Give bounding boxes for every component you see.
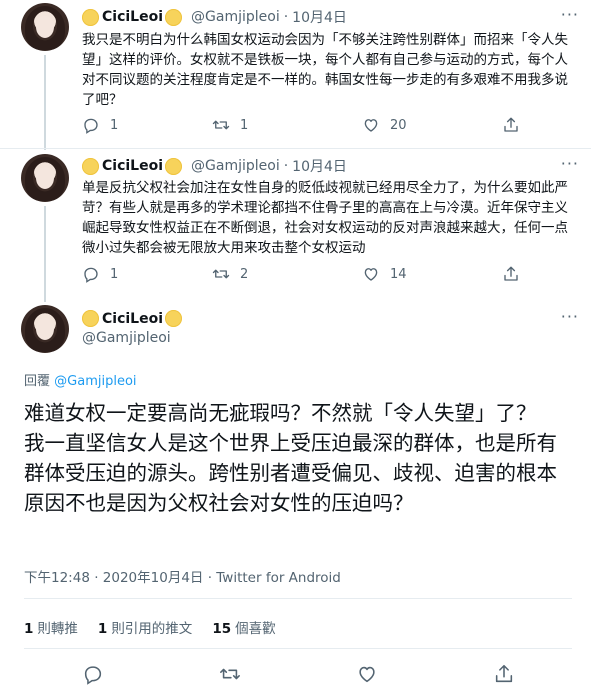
quotes-stat[interactable]: 1 則引用的推文 — [98, 617, 192, 637]
sun-emoji-icon — [82, 310, 99, 327]
retweets-count: 1 — [24, 621, 34, 637]
more-icon[interactable]: ··· — [561, 307, 579, 326]
tweet-actions: 1 1 20 — [82, 116, 520, 134]
sun-emoji-icon — [165, 8, 183, 26]
main-tweet-actions — [24, 663, 572, 685]
retweet-icon[interactable] — [219, 663, 241, 685]
like-icon[interactable] — [356, 663, 378, 685]
separator-dot: · — [283, 9, 289, 25]
retweet-icon — [212, 269, 230, 279]
main-tweet-handle-row: @Gamjipleoi — [82, 330, 171, 346]
like-icon — [364, 268, 378, 281]
retweet-count: 2 — [240, 266, 249, 282]
reply-icon[interactable] — [82, 663, 104, 685]
share-button[interactable] — [502, 116, 520, 134]
thread-connector-line — [44, 55, 46, 150]
sun-emoji-icon — [165, 310, 183, 327]
sun-emoji-icon — [82, 157, 99, 175]
avatar[interactable] — [21, 305, 69, 353]
likes-label: 個喜歡 — [235, 621, 276, 637]
more-icon[interactable]: ··· — [561, 5, 579, 24]
tweet-date[interactable]: 10月4日 — [292, 7, 347, 27]
main-tweet-paragraph-1: 难道女权一定要高尚无疵瑕吗？不然就「令人失望」了？ — [24, 401, 537, 425]
divider — [24, 598, 572, 599]
display-name[interactable]: CiciLeoi — [102, 9, 163, 25]
replying-to-mention[interactable]: @Gamjipleoi — [54, 374, 136, 389]
user-handle[interactable]: @Gamjipleoi — [82, 330, 171, 346]
divider — [0, 148, 591, 149]
tweet-header: CiciLeoi @Gamjipleoi · 10月4日 — [82, 7, 347, 27]
tweet-header: CiciLeoi @Gamjipleoi · 10月4日 — [82, 156, 347, 176]
retweet-icon — [212, 120, 230, 130]
quotes-count: 1 — [97, 621, 108, 637]
engagement-stats: 1 則轉推 1 則引用的推文 15 個喜歡 — [24, 617, 296, 637]
tweet-metadata[interactable]: 下午12:48 · 2020年10月4日 · Twitter for Andro… — [24, 566, 341, 586]
like-button[interactable]: 20 — [362, 116, 502, 134]
tweet-actions: 1 2 14 — [82, 265, 520, 283]
reply-button[interactable]: 1 — [82, 265, 212, 283]
main-tweet-paragraph-2: 我一直坚信女人是这个世界上受压迫最深的群体，也是所有群体受压迫的源头。跨性别者遭… — [24, 431, 557, 515]
reply-count: 1 — [110, 266, 119, 282]
like-count: 20 — [390, 117, 407, 133]
share-icon — [504, 266, 518, 281]
avatar-face — [36, 318, 54, 340]
reply-icon — [84, 118, 98, 134]
retweet-count: 1 — [240, 117, 249, 133]
avatar-face — [36, 167, 54, 189]
display-name[interactable]: CiciLeoi — [102, 311, 163, 327]
retweet-button[interactable]: 2 — [212, 265, 362, 283]
avatar-face — [36, 16, 54, 38]
retweet-button[interactable]: 1 — [212, 116, 362, 134]
reply-count: 1 — [110, 117, 119, 133]
like-icon — [364, 119, 378, 132]
sun-emoji-icon — [82, 8, 99, 26]
share-button[interactable] — [502, 265, 520, 283]
like-count: 14 — [390, 266, 407, 282]
divider — [24, 648, 572, 649]
user-handle[interactable]: @Gamjipleoi — [191, 9, 280, 25]
quotes-label: 則引用的推文 — [111, 621, 193, 637]
retweets-label: 則轉推 — [37, 621, 78, 637]
display-name[interactable]: CiciLeoi — [102, 158, 163, 174]
share-icon — [504, 117, 518, 132]
tweet-date[interactable]: 10月4日 — [292, 156, 347, 176]
likes-count: 15 — [212, 621, 232, 637]
avatar[interactable] — [21, 154, 69, 202]
main-tweet-text: 难道女权一定要高尚无疵瑕吗？不然就「令人失望」了？ 我一直坚信女人是这个世界上受… — [24, 398, 572, 518]
replying-to-label: 回覆 — [24, 374, 51, 389]
thread-connector-line — [44, 206, 46, 302]
avatar[interactable] — [21, 3, 69, 51]
likes-stat[interactable]: 15 個喜歡 — [212, 617, 275, 637]
reply-icon — [84, 267, 98, 283]
share-icon[interactable] — [493, 663, 515, 685]
like-button[interactable]: 14 — [362, 265, 502, 283]
user-handle[interactable]: @Gamjipleoi — [191, 158, 280, 174]
tweet-text: 我只是不明白为什么韩国女权运动会因为「不够关注跨性别群体」而招来「令人失望」这样… — [82, 32, 568, 108]
sun-emoji-icon — [165, 157, 183, 175]
tweet-text: 单是反抗父权社会加注在女性自身的贬低歧视就已经用尽全力了，为什么要如此严苛？有些… — [82, 180, 568, 256]
separator-dot: · — [283, 158, 289, 174]
main-tweet-header: CiciLeoi — [82, 310, 185, 327]
more-icon[interactable]: ··· — [561, 154, 579, 173]
reply-button[interactable]: 1 — [82, 116, 212, 134]
retweets-stat[interactable]: 1 則轉推 — [24, 617, 78, 637]
replying-to: 回覆 @Gamjipleoi — [24, 370, 137, 389]
